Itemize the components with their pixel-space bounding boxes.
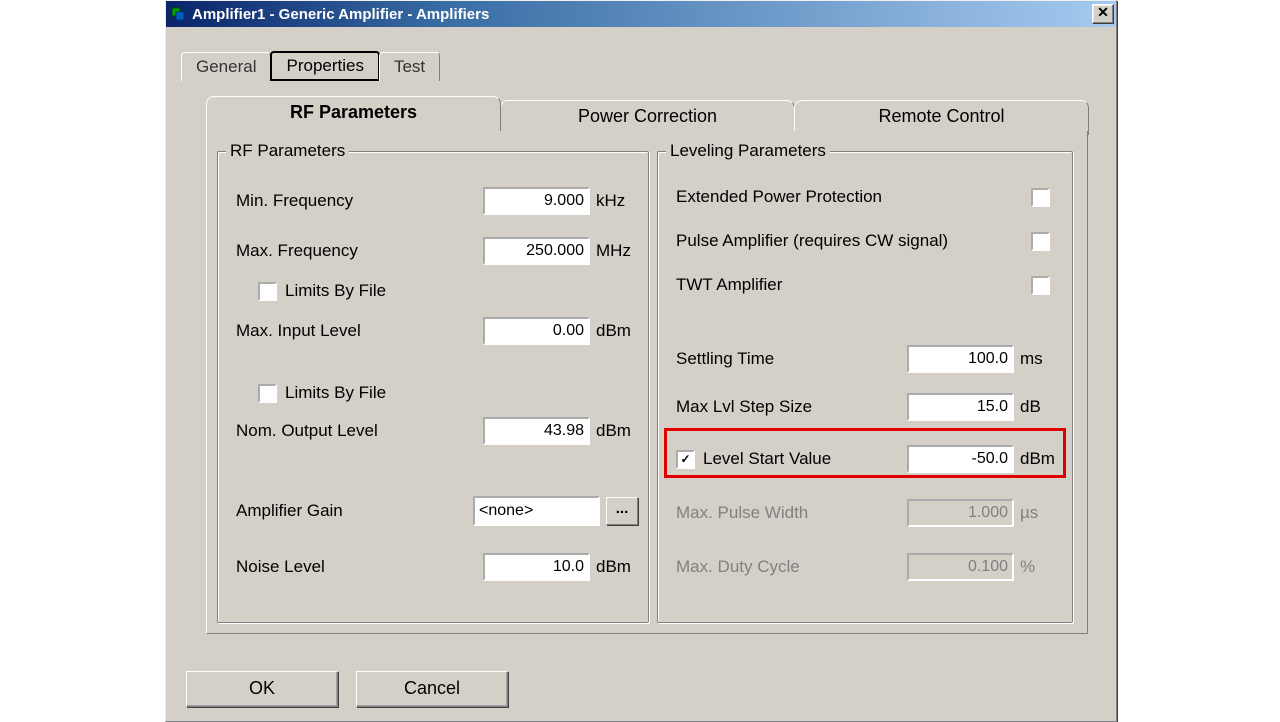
min-frequency-unit: kHz: [596, 191, 638, 211]
tab-power-correction[interactable]: Power Correction: [500, 100, 795, 135]
rf-parameters-body: RF Parameters Min. Frequency kHz Max. Fr…: [206, 131, 1088, 634]
nom-output-level-unit: dBm: [596, 421, 638, 441]
max-duty-cycle-input: [907, 553, 1014, 581]
group-rf-title: RF Parameters: [226, 141, 349, 161]
group-leveling-parameters: Leveling Parameters Extended Power Prote…: [657, 151, 1073, 623]
settling-time-label: Settling Time: [676, 349, 851, 369]
tab-properties[interactable]: Properties: [270, 51, 379, 81]
top-tabstrip: General Properties Test: [181, 51, 1116, 81]
nom-output-level-input[interactable]: [483, 417, 590, 445]
max-pulse-width-label: Max. Pulse Width: [676, 503, 851, 523]
close-icon: ✕: [1097, 4, 1109, 20]
max-input-level-unit: dBm: [596, 321, 638, 341]
max-lvl-step-input[interactable]: [907, 393, 1014, 421]
tab-test[interactable]: Test: [379, 52, 440, 81]
amplifier-gain-label: Amplifier Gain: [236, 501, 411, 521]
level-start-value-unit: dBm: [1020, 449, 1062, 469]
level-start-value-input[interactable]: [907, 445, 1014, 473]
max-duty-cycle-unit: %: [1020, 557, 1062, 577]
min-frequency-label: Min. Frequency: [236, 191, 411, 211]
twt-amplifier-label: TWT Amplifier: [676, 275, 782, 295]
noise-level-unit: dBm: [596, 557, 638, 577]
amplifier-gain-select[interactable]: [473, 496, 600, 526]
max-lvl-step-unit: dB: [1020, 397, 1062, 417]
tab-rf-parameters[interactable]: RF Parameters: [206, 96, 501, 131]
limits-by-file-1-checkbox[interactable]: [258, 282, 277, 301]
noise-level-input[interactable]: [483, 553, 590, 581]
limits-by-file-2-checkbox[interactable]: [258, 384, 277, 403]
cancel-button[interactable]: Cancel: [356, 671, 508, 707]
max-duty-cycle-label: Max. Duty Cycle: [676, 557, 851, 577]
pulse-amplifier-label: Pulse Amplifier (requires CW signal): [676, 231, 948, 251]
level-start-value-checkbox[interactable]: [676, 450, 695, 469]
dialog-window: Amplifier1 - Generic Amplifier - Amplifi…: [165, 0, 1117, 722]
ok-button[interactable]: OK: [186, 671, 338, 707]
noise-level-label: Noise Level: [236, 557, 411, 577]
nom-output-level-label: Nom. Output Level: [236, 421, 411, 441]
pulse-amplifier-checkbox[interactable]: [1031, 232, 1050, 251]
app-icon: [170, 6, 186, 22]
max-lvl-step-label: Max Lvl Step Size: [676, 397, 851, 417]
max-input-level-input[interactable]: [483, 317, 590, 345]
level-start-value-label: Level Start Value: [703, 449, 831, 469]
max-frequency-input[interactable]: [483, 237, 590, 265]
properties-panel: RF Parameters Power Correction Remote Co…: [206, 96, 1088, 636]
twt-amplifier-checkbox[interactable]: [1031, 276, 1050, 295]
amplifier-gain-browse-button[interactable]: ...: [606, 497, 638, 525]
max-pulse-width-input: [907, 499, 1014, 527]
tab-general[interactable]: General: [181, 52, 271, 81]
max-input-level-label: Max. Input Level: [236, 321, 411, 341]
group-leveling-title: Leveling Parameters: [666, 141, 830, 161]
settling-time-unit: ms: [1020, 349, 1062, 369]
max-frequency-unit: MHz: [596, 241, 638, 261]
close-button[interactable]: ✕: [1092, 4, 1114, 24]
extended-power-protection-label: Extended Power Protection: [676, 187, 882, 207]
inner-tabstrip: RF Parameters Power Correction Remote Co…: [206, 96, 1088, 131]
window-title: Amplifier1 - Generic Amplifier - Amplifi…: [192, 6, 1092, 23]
titlebar: Amplifier1 - Generic Amplifier - Amplifi…: [166, 1, 1116, 27]
tab-remote-control[interactable]: Remote Control: [794, 100, 1089, 135]
max-pulse-width-unit: µs: [1020, 503, 1062, 523]
limits-by-file-1-label: Limits By File: [285, 281, 386, 301]
group-rf-parameters: RF Parameters Min. Frequency kHz Max. Fr…: [217, 151, 649, 623]
max-frequency-label: Max. Frequency: [236, 241, 411, 261]
limits-by-file-2-label: Limits By File: [285, 383, 386, 403]
min-frequency-input[interactable]: [483, 187, 590, 215]
settling-time-input[interactable]: [907, 345, 1014, 373]
extended-power-protection-checkbox[interactable]: [1031, 188, 1050, 207]
